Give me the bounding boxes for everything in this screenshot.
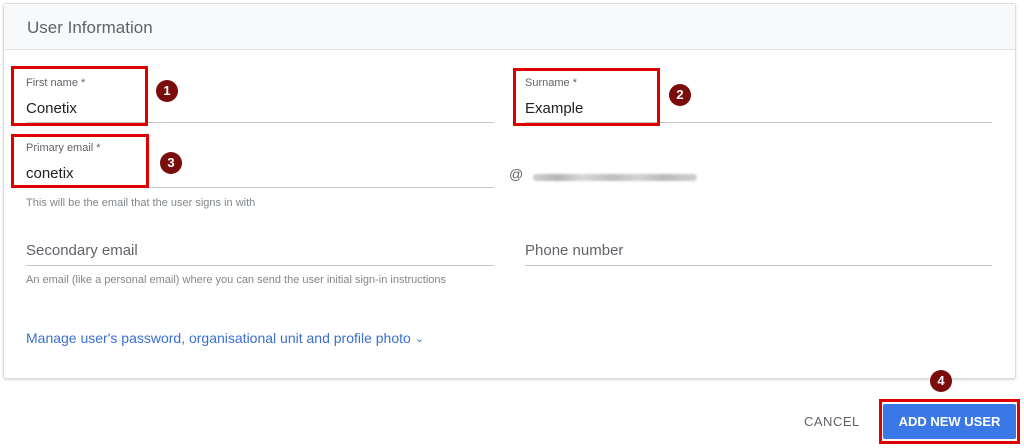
primary-email-helper: This will be the email that the user sig…: [26, 197, 256, 209]
at-sign: @: [509, 166, 524, 182]
secondary-email-underline: [26, 265, 494, 266]
phone-number-placeholder: Phone number: [525, 242, 624, 259]
manage-user-details-link[interactable]: Manage user's password, organisational u…: [26, 330, 424, 346]
annotation-marker-3: 3: [160, 152, 182, 174]
chevron-down-icon: ⌄: [414, 333, 425, 345]
annotation-marker-4: 4: [930, 370, 952, 392]
secondary-email-field[interactable]: Secondary email: [26, 236, 494, 266]
annotation-marker-1: 1: [156, 80, 178, 102]
secondary-email-helper: An email (like a personal email) where y…: [26, 274, 447, 286]
highlight-primary-email: [11, 134, 149, 188]
domain-redacted: [533, 174, 697, 181]
secondary-email-placeholder: Secondary email: [26, 242, 138, 259]
card-title: User Information: [27, 18, 153, 37]
card-header: User Information: [4, 4, 1015, 50]
highlight-first-name: [11, 66, 148, 126]
phone-number-field[interactable]: Phone number: [525, 236, 992, 266]
user-information-card: User Information: [3, 3, 1016, 379]
add-new-user-button[interactable]: ADD NEW USER: [883, 404, 1016, 439]
highlight-surname: [513, 68, 660, 126]
manage-user-details-link-text: Manage user's password, organisational u…: [26, 330, 411, 346]
annotation-marker-2: 2: [669, 84, 691, 106]
cancel-button[interactable]: CANCEL: [796, 410, 868, 434]
phone-number-underline: [525, 265, 992, 266]
